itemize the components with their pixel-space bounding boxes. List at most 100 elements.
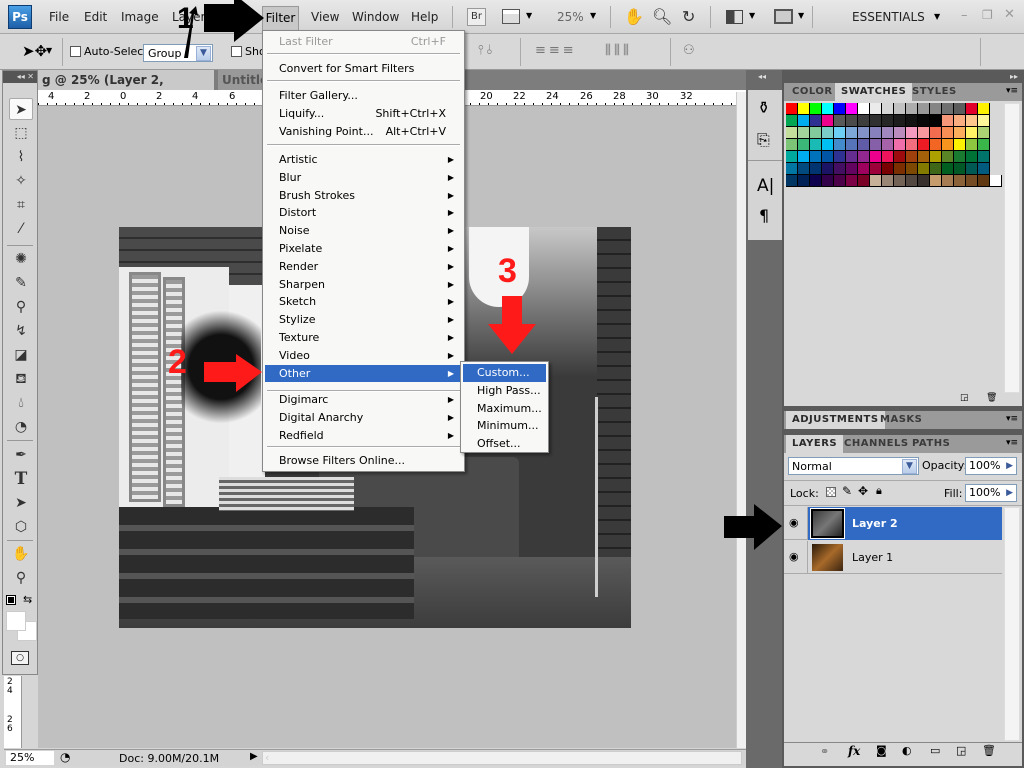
distribute-horizontal-icons[interactable]: ⫼⫼⫼ [605,43,632,58]
color-swatch[interactable] [858,127,870,139]
chevron-down-icon[interactable]: ▼ [798,11,804,20]
blend-mode-dropdown[interactable]: Normal ▼ [788,457,919,475]
tab-swatches[interactable]: SWATCHES [835,83,913,101]
tab-layers[interactable]: LAYERS [786,435,844,453]
color-swatch[interactable] [966,127,978,139]
color-swatch[interactable] [798,163,810,175]
color-swatch[interactable] [942,175,954,187]
minimize-icon[interactable]: – [961,8,968,23]
color-swatch[interactable] [798,103,810,115]
new-swatch-icon[interactable]: ◲ [960,393,969,403]
color-swatch[interactable] [978,127,990,139]
color-swatch[interactable] [834,151,846,163]
swatches-scrollbar[interactable] [1004,103,1020,393]
menu-item-sketch[interactable]: Sketch ▶ [265,293,462,311]
toolbox-header[interactable]: ◂◂ ✕ [3,71,37,83]
color-swatch[interactable] [990,175,1002,187]
pen-tool-icon[interactable]: ✒ [9,444,33,466]
hand-tool-icon[interactable]: ✋ [624,7,644,26]
color-swatch[interactable] [906,175,918,187]
menu-item-video[interactable]: Video ▶ [265,347,462,365]
move-tool-icon[interactable]: ➤ [9,98,33,120]
layer-name[interactable]: Layer 1 [852,551,893,564]
color-swatch[interactable] [930,103,942,115]
color-swatch[interactable] [810,127,822,139]
color-swatch[interactable] [918,127,930,139]
color-swatch[interactable] [798,115,810,127]
menu-item-blur[interactable]: Blur ▶ [265,169,462,187]
panel-menu-icon[interactable]: ▾≡ [1006,438,1018,448]
marquee-tool-icon[interactable]: ⬚ [9,122,33,144]
color-swatch[interactable] [882,103,894,115]
lock-all-icon[interactable]: 🔒︎ [876,484,882,498]
adjustment-layer-icon[interactable]: ◐ [902,744,912,757]
link-layers-icon[interactable]: ⚭ [820,745,829,758]
color-swatch[interactable] [978,175,990,187]
menu-edit[interactable]: Edit [84,10,107,24]
color-swatch[interactable] [882,175,894,187]
status-info-icon[interactable]: ◔ [60,750,70,764]
color-swatch[interactable] [918,103,930,115]
color-swatch[interactable] [786,163,798,175]
move-tool-preset-icon[interactable]: ➤✥ [22,42,47,60]
add-mask-icon[interactable]: ◙ [876,744,887,757]
character-panel-icon[interactable]: A| [757,176,774,196]
color-swatch[interactable] [846,139,858,151]
status-menu-arrow-icon[interactable]: ▶ [250,751,258,762]
color-swatch[interactable] [918,139,930,151]
clone-source-icon[interactable]: ⎘ [757,130,770,150]
menu-item-stylize[interactable]: Stylize ▶ [265,311,462,329]
color-swatch[interactable] [846,163,858,175]
color-swatch[interactable] [906,151,918,163]
tab-adjustments[interactable]: ADJUSTMENTS [786,411,885,429]
scroll-left-icon[interactable]: ‹ [265,751,269,764]
color-swatch[interactable] [858,175,870,187]
menu-item-convert-smart-filters[interactable]: Convert for Smart Filters [265,60,462,78]
color-swatch[interactable] [918,163,930,175]
color-swatch[interactable] [882,163,894,175]
mini-bridge-icon[interactable] [502,9,520,24]
type-tool-icon[interactable]: T [9,468,33,490]
color-swatch[interactable] [822,139,834,151]
submenu-item-high-pass-[interactable]: High Pass... [463,382,546,400]
color-swatch[interactable] [810,163,822,175]
color-swatch[interactable] [930,151,942,163]
color-swatch[interactable] [882,127,894,139]
color-swatch[interactable] [834,103,846,115]
color-swatch[interactable] [966,151,978,163]
arrange-documents-icon[interactable] [726,10,743,24]
color-swatch[interactable] [894,115,906,127]
color-swatch[interactable] [978,115,990,127]
color-swatch[interactable] [786,115,798,127]
menu-item-brush-strokes[interactable]: Brush Strokes ▶ [265,187,462,205]
color-swatch[interactable] [966,139,978,151]
color-swatch[interactable] [786,139,798,151]
menu-item-redfield[interactable]: Redfield ▶ [265,427,462,445]
submenu-item-offset-[interactable]: Offset... [463,435,546,453]
color-swatch[interactable] [882,151,894,163]
swap-colors-icon[interactable]: ⇆ [23,593,32,606]
rotate-view-icon[interactable]: ↻ [682,7,695,26]
color-swatch[interactable] [870,139,882,151]
foreground-color-swatch[interactable] [6,611,26,631]
color-swatch[interactable] [954,175,966,187]
menu-view[interactable]: View [311,10,339,24]
tab-paths[interactable]: PATHS [906,435,956,453]
color-swatch[interactable] [858,103,870,115]
menu-window[interactable]: Window [352,10,399,24]
color-swatch[interactable] [930,115,942,127]
color-swatch[interactable] [906,163,918,175]
menu-image[interactable]: Image [121,10,159,24]
color-swatch[interactable] [810,115,822,127]
color-swatch[interactable] [786,151,798,163]
color-swatch[interactable] [858,163,870,175]
opacity-slider-arrow-icon[interactable]: ▶ [1006,458,1013,474]
distribute-vertical-icons[interactable]: ≡≡≡ [535,43,577,58]
fill-slider-arrow-icon[interactable]: ▶ [1006,485,1013,501]
chevron-down-icon[interactable]: ▼ [590,11,596,20]
color-swatch[interactable] [966,115,978,127]
color-swatch[interactable] [978,163,990,175]
color-swatch[interactable] [870,103,882,115]
panel-menu-icon[interactable]: ▾≡ [1006,414,1018,424]
lock-transparency-icon[interactable] [826,487,836,497]
